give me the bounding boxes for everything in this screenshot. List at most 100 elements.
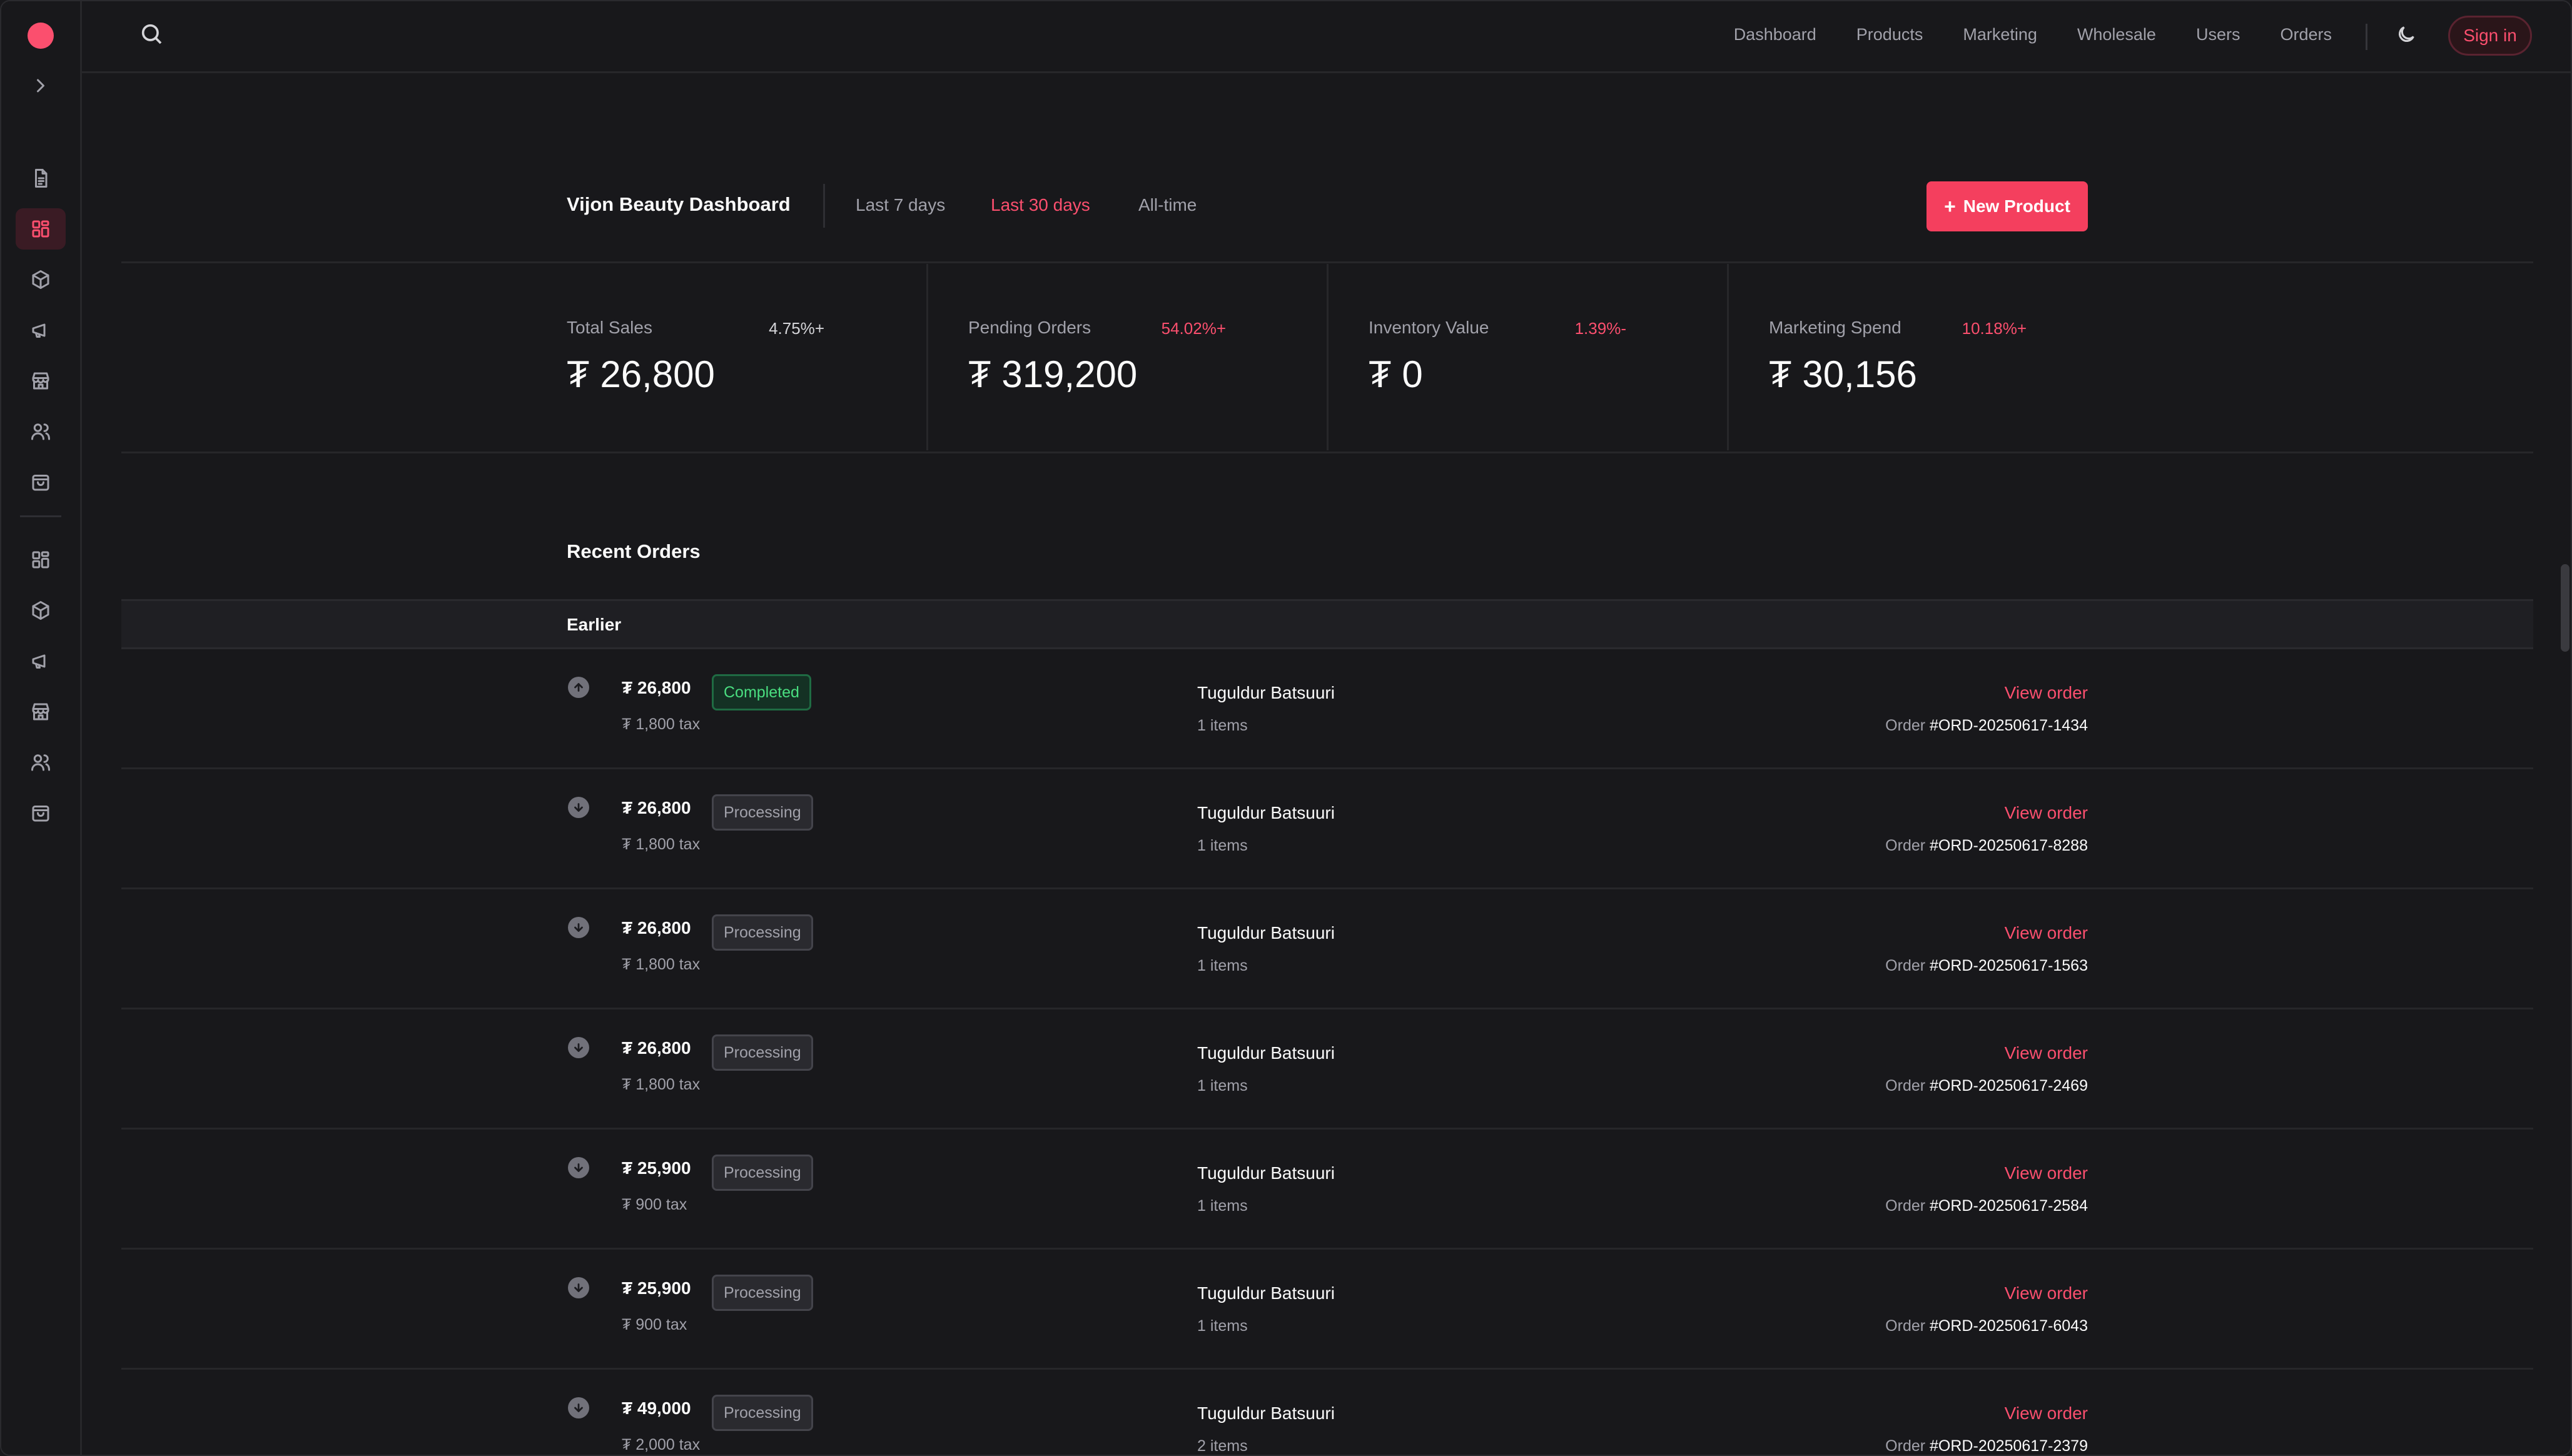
sidebar-item-users[interactable] <box>16 742 66 783</box>
view-order-link[interactable]: View order <box>2005 923 2088 943</box>
view-order-link[interactable]: View order <box>2005 1283 2088 1303</box>
order-group-header: Earlier <box>121 599 2533 649</box>
sidebar-item-megaphone[interactable] <box>16 310 66 351</box>
logo[interactable] <box>28 23 54 49</box>
order-row[interactable]: ₮ 26,800 ₮ 1,800 tax Completed Tuguldur Bat… <box>121 649 2533 769</box>
megaphone-icon <box>32 654 46 669</box>
sidebar-item-dashboard[interactable] <box>16 208 66 250</box>
document-icon <box>35 169 48 188</box>
scrollbar[interactable] <box>2561 564 2569 652</box>
expand-sidebar-button[interactable] <box>16 65 66 106</box>
sidebar-item-box[interactable] <box>16 590 66 631</box>
store-icon <box>32 703 49 720</box>
range-all-time[interactable]: All-time <box>1138 195 1197 215</box>
sidebar-item-dashboard[interactable] <box>16 539 66 580</box>
stat-label: Pending Orders <box>968 318 1091 337</box>
sidebar-item-box[interactable] <box>16 259 66 300</box>
order-id: Order #ORD-20250617-2379 <box>1885 1437 2088 1455</box>
stat-value: ₮ 26,800 <box>567 353 715 395</box>
item-count: 1 items <box>1197 837 1248 854</box>
moon-icon <box>2399 26 2414 42</box>
nav-products[interactable]: Products <box>1856 25 1923 44</box>
sidebar-item-store[interactable] <box>16 691 66 732</box>
status-badge: Processing <box>712 1395 813 1431</box>
box-icon <box>32 601 49 620</box>
order-id: Order #ORD-20250617-1434 <box>1885 717 2088 734</box>
order-amount: ₮ 26,800 <box>622 1038 691 1058</box>
customer-name: Tuguldur Batsuuri <box>1197 803 1335 822</box>
order-amount: ₮ 26,800 <box>622 918 691 938</box>
order-row[interactable]: ₮ 26,800 ₮ 1,800 tax Processing Tuguldur Ba… <box>121 769 2533 889</box>
order-tax: ₮ 900 tax <box>622 1196 687 1213</box>
chevron-right-icon <box>37 79 44 93</box>
store-icon <box>32 372 49 390</box>
customer-name: Tuguldur Batsuuri <box>1197 923 1335 943</box>
sidebar-item-bag[interactable] <box>16 792 66 834</box>
sign-in-button[interactable]: Sign in <box>2448 16 2532 56</box>
status-badge: Processing <box>712 1155 813 1191</box>
item-count: 2 items <box>1197 1437 1248 1455</box>
status-badge: Completed <box>712 674 811 710</box>
order-tax: ₮ 900 tax <box>622 1316 687 1333</box>
arrow-down-icon <box>568 917 589 938</box>
order-amount: ₮ 49,000 <box>622 1398 691 1418</box>
new-product-button[interactable]: + New Product <box>1926 181 2088 231</box>
sidebar-item-bag[interactable] <box>16 462 66 503</box>
view-order-link[interactable]: View order <box>2005 683 2088 703</box>
order-id: Order #ORD-20250617-8288 <box>1885 837 2088 854</box>
nav-marketing[interactable]: Marketing <box>1963 25 2037 44</box>
order-tax: ₮ 1,800 tax <box>622 836 701 853</box>
view-order-link[interactable]: View order <box>2005 1043 2088 1063</box>
sidebar-divider <box>20 515 61 517</box>
stat-value: ₮ 0 <box>1369 353 1423 395</box>
title-divider <box>823 184 825 228</box>
arrow-down-icon <box>568 797 589 818</box>
order-tax: ₮ 1,800 tax <box>622 1076 701 1093</box>
nav-wholesale[interactable]: Wholesale <box>2077 25 2156 44</box>
box-icon <box>32 270 49 289</box>
megaphone-icon <box>32 323 46 338</box>
search-icon <box>141 24 162 44</box>
group-label: Earlier <box>567 615 622 634</box>
recent-orders-title: Recent Orders <box>567 540 701 562</box>
nav-dashboard[interactable]: Dashboard <box>1734 25 1816 44</box>
view-order-link[interactable]: View order <box>2005 803 2088 823</box>
view-order-link[interactable]: View order <box>2005 1403 2088 1423</box>
item-count: 1 items <box>1197 717 1248 734</box>
users-icon <box>31 754 50 771</box>
nav-orders[interactable]: Orders <box>2280 25 2332 44</box>
view-order-link[interactable]: View order <box>2005 1163 2088 1183</box>
range-last-30-days[interactable]: Last 30 days <box>991 195 1090 215</box>
sidebar-item-users[interactable] <box>16 411 66 452</box>
customer-name: Tuguldur Batsuuri <box>1197 1403 1335 1423</box>
order-amount: ₮ 25,900 <box>622 1158 691 1178</box>
theme-toggle-button[interactable] <box>2396 24 2421 49</box>
search-button[interactable] <box>139 21 168 50</box>
customer-name: Tuguldur Batsuuri <box>1197 1043 1335 1063</box>
nav-users[interactable]: Users <box>2196 25 2240 44</box>
order-tax: ₮ 2,000 tax <box>622 1436 701 1453</box>
customer-name: Tuguldur Batsuuri <box>1197 683 1335 702</box>
order-id: Order #ORD-20250617-1563 <box>1885 957 2088 974</box>
order-row[interactable]: ₮ 25,900 ₮ 900 tax Processing Tuguldur Bats… <box>121 1130 2533 1250</box>
status-badge: Processing <box>712 1275 813 1311</box>
range-last-7-days[interactable]: Last 7 days <box>856 195 945 215</box>
order-row[interactable]: ₮ 26,800 ₮ 1,800 tax Processing Tuguldur Ba… <box>121 1009 2533 1130</box>
plus-icon: + <box>1944 195 1956 218</box>
order-id: Order #ORD-20250617-2584 <box>1885 1197 2088 1215</box>
arrow-down-icon <box>568 1037 589 1058</box>
item-count: 1 items <box>1197 1317 1248 1335</box>
order-row[interactable]: ₮ 49,000 ₮ 2,000 tax Processing Tuguldur Ba… <box>121 1370 2533 1455</box>
order-amount: ₮ 26,800 <box>622 678 691 697</box>
nav-divider <box>2366 24 2367 50</box>
app-window: Dashboard Products Marketing Wholesale Users… <box>0 0 2572 1456</box>
stat-label: Marketing Spend <box>1769 318 1901 337</box>
order-row[interactable]: ₮ 26,800 ₮ 1,800 tax Processing Tuguldur Ba… <box>121 889 2533 1009</box>
sidebar-item-document[interactable] <box>16 158 66 199</box>
sidebar-item-store[interactable] <box>16 360 66 402</box>
sidebar-item-megaphone[interactable] <box>16 640 66 682</box>
order-row[interactable]: ₮ 25,900 ₮ 900 tax Processing Tuguldur Bats… <box>121 1250 2533 1370</box>
customer-name: Tuguldur Batsuuri <box>1197 1283 1335 1303</box>
arrow-down-icon <box>568 1277 589 1298</box>
arrow-down-icon <box>568 1157 589 1178</box>
